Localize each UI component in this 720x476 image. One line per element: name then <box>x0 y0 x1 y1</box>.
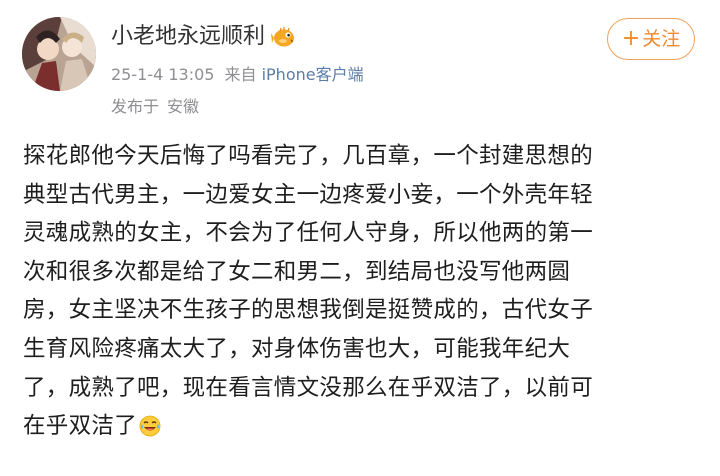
post-line: 在乎双洁了 <box>23 413 138 440</box>
follow-button[interactable]: + 关注 <box>607 18 695 60</box>
follow-button-label: 关注 <box>642 27 681 50</box>
post-line: 次和很多次都是给了女二和男二，到结局也没写他两圆 <box>23 258 571 285</box>
post-timestamp: 25-1-4 13:05 <box>111 65 215 84</box>
post-location: 发布于 安徽 <box>111 95 199 119</box>
post-line: 生育风险疼痛太大了，对身体伤害也大，可能我年纪大 <box>23 335 571 362</box>
location-value: 安徽 <box>167 97 200 116</box>
post-line: 了，成熟了吧，现在看言情文没那么在乎双洁了，以前可 <box>23 374 594 401</box>
post-last-line: 在乎双洁了 <box>23 407 698 446</box>
post-body: 探花郎他今天后悔了吗看完了，几百章，一个封建思想的 典型古代男主，一边爱女主一边… <box>23 137 698 446</box>
post-line: 灵魂成熟的女主，不会为了任何人守身，所以他两的第一 <box>23 220 594 247</box>
username-text[interactable]: 小老地永远顺利 <box>111 22 265 52</box>
username[interactable]: 小老地永远顺利 <box>111 22 297 52</box>
post-meta: 25-1-4 13:05 来自 iPhone客户端 <box>111 63 364 87</box>
post-line: 探花郎他今天后悔了吗看完了，几百章，一个封建思想的 <box>23 143 594 169</box>
location-prefix: 发布于 <box>111 97 160 116</box>
post-line: 典型古代男主，一边爱女主一边疼爱小妾，一个外壳年轻 <box>23 181 594 208</box>
plus-icon: + <box>621 26 641 51</box>
source-link[interactable]: iPhone客户端 <box>262 65 364 84</box>
pufferfish-icon <box>271 25 297 49</box>
avatar[interactable] <box>22 17 96 91</box>
avatar-image <box>22 17 96 91</box>
post-line: 房，女主坚决不生孩子的思想我倒是挺赞成的，古代女子 <box>23 297 594 324</box>
source-prefix: 来自 <box>224 65 257 84</box>
laughing-tears-icon <box>139 411 161 437</box>
